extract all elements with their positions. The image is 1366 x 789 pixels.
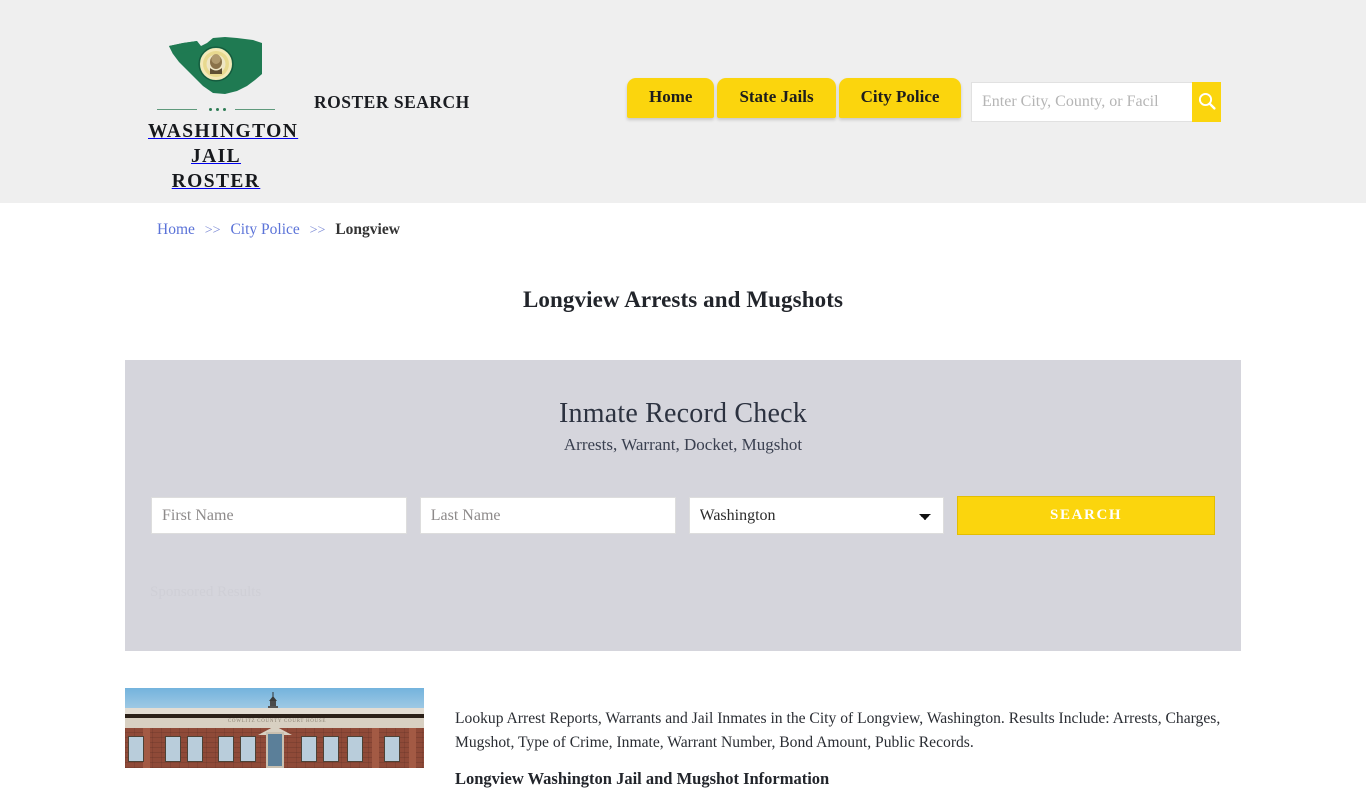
site-tagline: ROSTER SEARCH <box>314 92 470 112</box>
washington-state-flag-icon <box>167 34 265 98</box>
brand-name-line2: JAIL ROSTER <box>171 145 261 192</box>
header-search <box>971 82 1221 122</box>
brand-divider <box>157 105 275 114</box>
content-row: COWLITZ COUNTY COURT HOUSE Lookup Arrest… <box>0 688 1366 768</box>
inmate-record-check-panel: Inmate Record Check Arrests, Warrant, Do… <box>125 360 1241 651</box>
cupola-icon <box>267 692 279 709</box>
sponsored-results-label: Sponsored Results <box>150 584 262 600</box>
breadcrumb-separator: >> <box>309 223 326 238</box>
content-paragraph: Lookup Arrest Reports, Warrants and Jail… <box>455 709 1221 752</box>
panel-subtitle: Arrests, Warrant, Docket, Mugshot <box>563 435 803 454</box>
courthouse-photo: COWLITZ COUNTY COURT HOUSE <box>125 688 424 768</box>
panel-title: Inmate Record Check <box>559 398 807 429</box>
breadcrumb-separator: >> <box>204 223 221 238</box>
nav-item-state-jails[interactable]: State Jails <box>717 78 836 118</box>
brand-name-line1: WASHINGTON <box>148 121 299 142</box>
main-navigation: Home State Jails City Police <box>627 78 962 118</box>
content-subheading: Longview Washington Jail and Mugshot Inf… <box>455 768 830 788</box>
nav-item-city-police[interactable]: City Police <box>838 78 962 118</box>
site-header: WASHINGTON JAIL ROSTER ROSTER SEARCH Hom… <box>0 0 1366 203</box>
breadcrumb-item-home[interactable]: Home <box>157 221 195 238</box>
site-logo[interactable]: WASHINGTON JAIL ROSTER <box>148 34 299 195</box>
nav-item-home[interactable]: Home <box>627 78 715 118</box>
search-submit-button[interactable]: SEARCH <box>957 496 1215 535</box>
breadcrumb-item-city-police[interactable]: City Police <box>230 221 299 238</box>
courthouse-photo-caption: COWLITZ COUNTY COURT HOUSE <box>227 719 327 724</box>
header-search-input[interactable] <box>971 82 1192 122</box>
last-name-input[interactable] <box>419 497 676 534</box>
inmate-search-form: Washington SEARCH <box>151 496 1215 535</box>
first-name-input[interactable] <box>151 497 407 534</box>
search-icon <box>1197 91 1217 114</box>
breadcrumb-item-current: Longview <box>335 221 400 238</box>
header-search-button[interactable] <box>1192 82 1221 122</box>
state-select[interactable]: Washington <box>688 497 945 534</box>
breadcrumb: Home >> City Police >> Longview <box>157 221 400 239</box>
page-title: Longview Arrests and Mugshots <box>522 287 844 313</box>
